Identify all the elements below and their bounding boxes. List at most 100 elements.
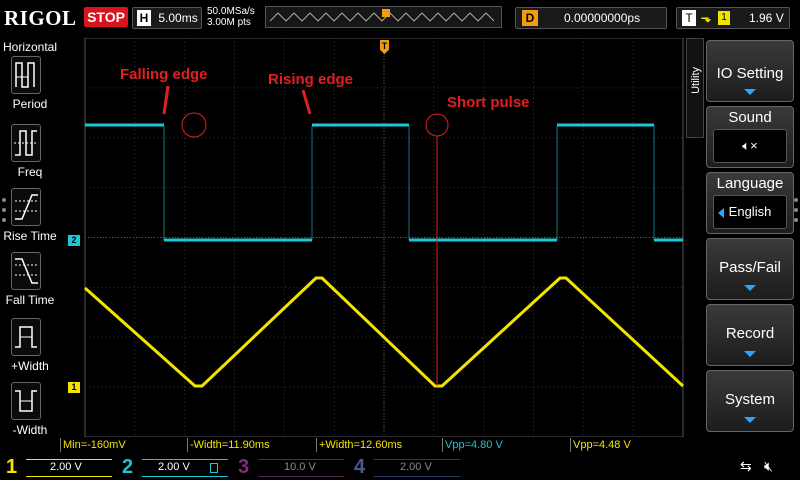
menu-io-setting[interactable]: IO Setting	[706, 40, 794, 102]
channel-2-status[interactable]: 2 2.00 V	[116, 454, 232, 480]
horizontal-measure-panel: Horizontal Period Freq Rise Time Fall Ti…	[0, 38, 60, 456]
scroll-dot	[794, 218, 798, 222]
utility-tab-label: Utility	[690, 67, 702, 94]
measurement-min[interactable]: Min=-160mV	[60, 438, 186, 452]
ch1-marker-label: 1	[71, 382, 77, 392]
measurement-bar: Min=-160mV -Width=11.90ms +Width=12.60ms…	[60, 437, 685, 453]
timebase-display[interactable]: H 5.00ms	[132, 7, 202, 29]
short-pulse-annotation: Short pulse	[447, 94, 530, 111]
io-setting-label: IO Setting	[716, 65, 784, 82]
measurement-vpp-ch2[interactable]: Vpp=4.80 V	[442, 438, 569, 452]
speaker-muted-icon[interactable]: 🔇︎	[764, 458, 773, 475]
measure-fall-time[interactable]: Fall Time	[0, 252, 60, 316]
menu-record[interactable]: Record	[706, 304, 794, 366]
delay-label: D	[522, 10, 538, 26]
memory-depth: 3.00M pts	[207, 17, 251, 28]
measure-frequency[interactable]: Freq	[0, 124, 60, 188]
scroll-dot	[2, 198, 6, 202]
positive-width-icon	[11, 318, 41, 356]
negative-width-icon	[11, 382, 41, 420]
trigger-level: 1.96 V	[749, 11, 784, 25]
measure-period[interactable]: Period	[0, 56, 60, 120]
channel-1-number: 1	[6, 456, 18, 478]
channel-2-scale: 2.00 V	[158, 461, 190, 473]
run-stop-indicator[interactable]: STOP	[84, 7, 128, 27]
language-label: Language	[716, 175, 784, 192]
timebase-value: 5.00ms	[158, 11, 198, 25]
measure-negative-width[interactable]: -Width	[0, 382, 60, 446]
fall-time-label: Fall Time	[5, 293, 55, 307]
channel-4-scale-box: 2.00 V	[374, 459, 460, 477]
submenu-arrow-icon	[744, 417, 756, 423]
menu-sound[interactable]: Sound 🔈︎×	[706, 106, 794, 168]
scroll-dot	[794, 198, 798, 202]
channel-bar: 1 2.00 V 2 2.00 V 3 10.0 V 4 2.00 V ⇆ 🔇︎	[0, 454, 800, 480]
top-status-bar: RIGOL STOP H 5.00ms 50.0MSa/s 3.00M pts …	[0, 0, 800, 38]
waveform-canvas	[84, 37, 685, 438]
memory-overview-bar	[265, 6, 502, 28]
frequency-label: Freq	[17, 165, 43, 179]
short-pulse-circle	[425, 113, 449, 137]
rigol-logo: RIGOL	[4, 6, 77, 30]
bw-limit-icon	[210, 463, 218, 473]
menu-language[interactable]: Language English	[706, 172, 794, 234]
scroll-dot	[2, 218, 6, 222]
channel-2-number: 2	[122, 456, 134, 478]
panel-title: Horizontal	[2, 40, 58, 54]
record-label: Record	[725, 325, 775, 342]
falling-edge-circle	[181, 112, 207, 138]
falling-edge-pointer	[162, 85, 170, 115]
channel-2-scale-box: 2.00 V	[142, 459, 228, 477]
measure-rise-time[interactable]: Rise Time	[0, 188, 60, 252]
menu-system[interactable]: System	[706, 370, 794, 432]
frequency-icon	[11, 124, 41, 162]
acquisition-info: 50.0MSa/s 3.00M pts	[207, 6, 255, 28]
ch1-offset-marker[interactable]: 1	[68, 382, 80, 393]
delay-display[interactable]: D 0.00000000ps	[515, 7, 667, 29]
submenu-arrow-icon	[744, 285, 756, 291]
scroll-dot	[794, 208, 798, 212]
language-select[interactable]: English	[713, 195, 787, 229]
rising-edge-annotation: Rising edge	[268, 71, 354, 88]
rise-time-icon	[11, 188, 41, 226]
period-icon	[11, 56, 41, 94]
channel-3-status[interactable]: 3 10.0 V	[232, 454, 348, 480]
rise-time-label: Rise Time	[3, 229, 57, 243]
utility-menu: Utility IO Setting Sound 🔈︎× Language En…	[686, 38, 800, 454]
system-label: System	[724, 391, 775, 408]
scroll-dot	[2, 208, 6, 212]
channel-4-number: 4	[354, 456, 366, 478]
channel-4-scale: 2.00 V	[400, 461, 432, 473]
channel-1-scale-box: 2.00 V	[26, 459, 112, 477]
delay-value: 0.00000000ps	[564, 11, 641, 25]
ch2-offset-marker[interactable]: 2	[68, 235, 80, 246]
trigger-display[interactable]: T ⬎ 1 1.96 V	[676, 7, 790, 29]
sample-rate: 50.0MSa/s	[207, 6, 255, 17]
submenu-arrow-icon	[744, 89, 756, 95]
channel-3-number: 3	[238, 456, 250, 478]
measurement-negative-width[interactable]: -Width=11.90ms	[187, 438, 315, 452]
menu-pass-fail[interactable]: Pass/Fail	[706, 238, 794, 300]
graticule	[84, 37, 684, 438]
pass-fail-label: Pass/Fail	[719, 259, 781, 276]
submenu-arrow-icon	[744, 351, 756, 357]
memory-overview-waveform	[269, 9, 495, 22]
trigger-marker-label: T	[381, 41, 388, 51]
sound-label: Sound	[728, 109, 772, 126]
select-arrow-icon	[718, 208, 724, 218]
channel-4-status[interactable]: 4 2.00 V	[348, 454, 464, 480]
measure-positive-width[interactable]: +Width	[0, 318, 60, 382]
channel-3-scale-box: 10.0 V	[258, 459, 344, 477]
measurement-positive-width[interactable]: +Width=12.60ms	[316, 438, 441, 452]
measurement-vpp-ch1[interactable]: Vpp=4.48 V	[570, 438, 684, 452]
trigger-label: T	[682, 10, 696, 26]
falling-edge-annotation: Falling edge	[120, 66, 208, 83]
utility-tab[interactable]: Utility	[686, 38, 704, 138]
positive-width-label: +Width	[11, 359, 49, 373]
channel-1-scale: 2.00 V	[50, 461, 82, 473]
rising-edge-pointer	[301, 89, 312, 115]
channel-1-status[interactable]: 1 2.00 V	[0, 454, 116, 480]
fall-time-icon	[11, 252, 41, 290]
waveform-display[interactable]: Falling edge Rising edge Short pulse	[60, 37, 685, 438]
sound-value[interactable]: 🔈︎×	[713, 129, 787, 163]
